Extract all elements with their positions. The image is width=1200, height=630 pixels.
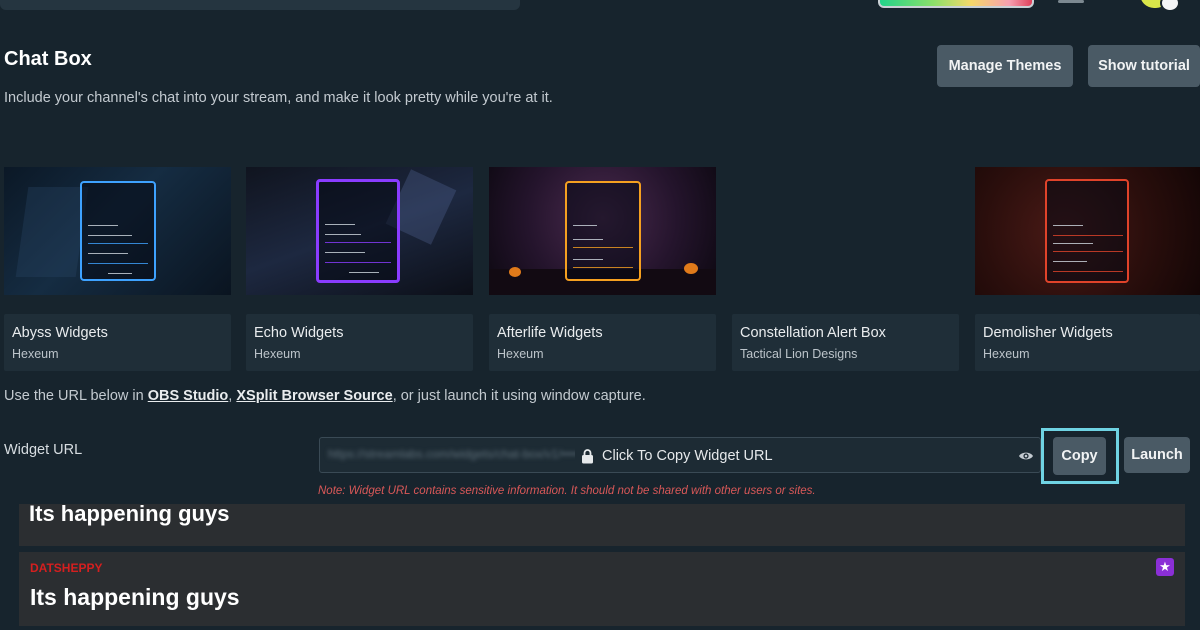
xsplit-link[interactable]: XSplit Browser Source [236,388,392,404]
page-description: Include your channel's chat into your st… [4,90,553,106]
theme-card-demolisher[interactable]: Demolisher Widgets Hexeum [975,167,1200,371]
chat-preview-message: Its happening guys [19,504,1185,546]
widget-url-field[interactable]: https://streamlabs.com/widgets/chat-box/… [319,437,1041,473]
theme-thumbnail [4,167,231,295]
theme-card-info: Afterlife Widgets Hexeum [489,314,716,371]
theme-card-constellation[interactable]: Constellation Alert Box Tactical Lion De… [732,167,959,371]
click-to-copy[interactable]: Click To Copy Widget URL [575,446,779,466]
theme-card-info: Echo Widgets Hexeum [246,314,473,371]
theme-name: Constellation Alert Box [740,325,886,341]
star-badge-icon: ★ [1156,558,1174,576]
theme-thumbnail [246,167,473,295]
theme-card-info: Abyss Widgets Hexeum [4,314,231,371]
search-bar-partial[interactable] [0,0,520,10]
url-help-prefix: Use the URL below in [4,388,148,404]
launch-button[interactable]: Launch [1124,437,1190,473]
widget-url-label: Widget URL [4,442,83,458]
copy-button[interactable]: Copy [1053,437,1106,475]
theme-card-info: Demolisher Widgets Hexeum [975,314,1200,371]
theme-thumbnail [732,167,959,295]
eye-icon[interactable] [1018,448,1034,464]
lock-icon [582,448,593,463]
theme-author: Hexeum [983,347,1030,361]
theme-author: Hexeum [12,347,59,361]
theme-card-info: Constellation Alert Box Tactical Lion De… [732,314,959,371]
status-dot-icon [1160,0,1180,12]
theme-thumbnail [975,167,1200,295]
obs-studio-link[interactable]: OBS Studio [148,388,229,404]
theme-name: Demolisher Widgets [983,325,1113,341]
theme-color-strip [878,0,1034,8]
theme-card-abyss[interactable]: Abyss Widgets Hexeum [4,167,231,371]
theme-thumbnail [489,167,716,295]
security-note: Note: Widget URL contains sensitive info… [318,485,816,497]
show-tutorial-button[interactable]: Show tutorial [1088,45,1200,87]
theme-author: Hexeum [497,347,544,361]
chat-message-text: Its happening guys [30,584,240,610]
chat-message-text: Its happening guys [29,504,230,526]
chat-preview-message: DATSHEPPY Its happening guys ★ [19,552,1185,626]
menu-dots-icon[interactable] [1058,0,1084,3]
theme-name: Echo Widgets [254,325,344,341]
url-help-suffix: , or just launch it using window capture… [392,388,646,404]
chat-username: DATSHEPPY [30,561,103,575]
click-to-copy-text: Click To Copy Widget URL [602,448,773,464]
theme-name: Afterlife Widgets [497,325,603,341]
url-help-text: Use the URL below in OBS Studio, XSplit … [4,388,646,404]
theme-card-afterlife[interactable]: Afterlife Widgets Hexeum [489,167,716,371]
theme-card-echo[interactable]: Echo Widgets Hexeum [246,167,473,371]
theme-name: Abyss Widgets [12,325,108,341]
page-title: Chat Box [4,48,92,70]
theme-author: Tactical Lion Designs [740,347,858,361]
manage-themes-button[interactable]: Manage Themes [937,45,1073,87]
theme-author: Hexeum [254,347,301,361]
